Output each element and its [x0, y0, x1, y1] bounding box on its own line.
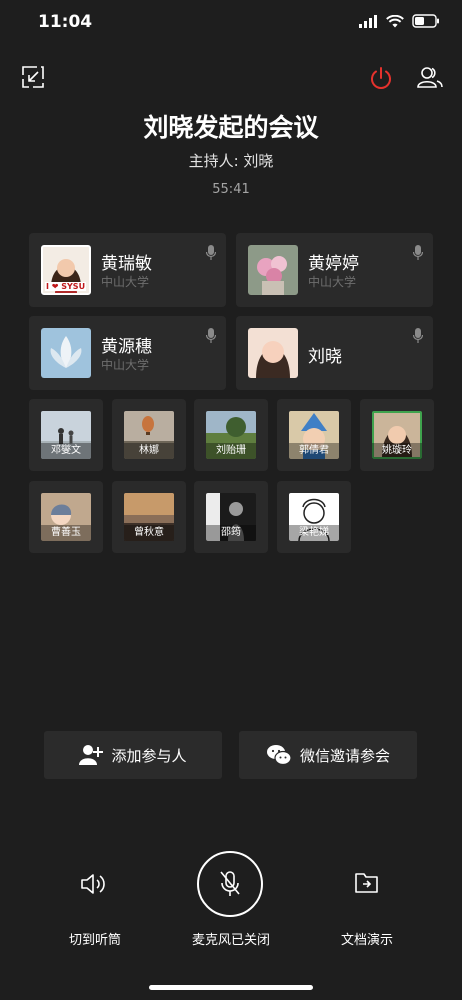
- participant-tile[interactable]: 郭倩君: [277, 399, 351, 471]
- wifi-icon: [386, 14, 404, 27]
- microphone-icon: [412, 328, 424, 348]
- participant-name: 林娜: [124, 443, 174, 459]
- status-icons: [359, 14, 440, 28]
- participant-name: 邓燮文: [41, 443, 91, 459]
- participant-name: 邵筠: [206, 525, 256, 541]
- mic-status-label: 麦克风已关闭: [191, 933, 270, 948]
- share-document-label[interactable]: 文档演示: [331, 929, 403, 948]
- avatar-badge: I ❤ SYSU: [45, 282, 87, 291]
- microphone-icon: [205, 328, 217, 348]
- signal-icon: [359, 14, 377, 28]
- participants-icon[interactable]: [416, 65, 444, 93]
- meeting-timer: 55:41: [212, 182, 250, 197]
- participant-name: 郭倩君: [289, 443, 339, 459]
- participant-name: 黄瑞敏: [101, 254, 152, 274]
- participant-card[interactable]: 黄源穗 中山大学: [29, 316, 226, 390]
- participant-card[interactable]: I ❤ SYSU 黄瑞敏 中山大学: [29, 233, 226, 307]
- participant-tile[interactable]: 邵筠: [194, 481, 268, 553]
- wechat-invite-label: 微信邀请参会: [299, 746, 390, 765]
- participant-name: 刘晓: [308, 347, 342, 367]
- participant-tile[interactable]: 刘贻珊: [194, 399, 268, 471]
- battery-icon: [412, 14, 439, 28]
- participant-tile[interactable]: 曹善玉: [29, 481, 103, 553]
- participant-name: 曹善玉: [41, 525, 91, 541]
- microphone-icon: [412, 245, 424, 265]
- speaker-icon[interactable]: [80, 872, 110, 900]
- home-indicator: [149, 985, 313, 990]
- minimize-icon[interactable]: [22, 66, 44, 92]
- add-participant-button[interactable]: 添加参与人: [44, 731, 222, 779]
- wechat-invite-button[interactable]: 微信邀请参会: [239, 731, 417, 779]
- avatar: [41, 328, 91, 378]
- participant-tile[interactable]: 梁艳娣: [277, 481, 351, 553]
- add-person-icon: [79, 745, 104, 765]
- share-document-icon[interactable]: [355, 872, 379, 898]
- status-time: 11:04: [38, 12, 93, 32]
- participant-org: 中山大学: [101, 275, 150, 289]
- participant-name: 刘贻珊: [206, 443, 256, 459]
- participant-tile[interactable]: 邓燮文: [29, 399, 103, 471]
- participant-tile[interactable]: 曾秋意: [112, 481, 186, 553]
- wechat-icon: [266, 745, 292, 766]
- mic-toggle-button[interactable]: [197, 851, 263, 917]
- participant-org: 中山大学: [308, 275, 357, 289]
- participant-name: 黄婷婷: [308, 254, 359, 274]
- participant-name: 曾秋意: [124, 525, 174, 541]
- host-label: 主持人: 刘晓: [188, 152, 274, 170]
- microphone-icon: [205, 245, 217, 265]
- avatar: [248, 328, 298, 378]
- participant-name: 黄源穗: [101, 337, 152, 357]
- mic-off-icon: [220, 871, 240, 896]
- participant-name: 梁艳娣: [289, 525, 339, 541]
- participant-tile[interactable]: 林娜: [112, 399, 186, 471]
- avatar: [248, 245, 298, 295]
- participant-card[interactable]: 刘晓: [236, 316, 433, 390]
- add-participant-label: 添加参与人: [111, 746, 187, 765]
- participant-card[interactable]: 黄婷婷 中山大学: [236, 233, 433, 307]
- end-meeting-icon[interactable]: [369, 66, 393, 94]
- participant-name: 姚璇玲: [372, 443, 422, 459]
- participant-org: 中山大学: [101, 358, 150, 372]
- participant-tile[interactable]: 姚璇玲: [360, 399, 434, 471]
- speaker-toggle-label[interactable]: 切到听筒: [55, 929, 135, 948]
- meeting-title: 刘晓发起的会议: [143, 113, 319, 142]
- avatar: I ❤ SYSU: [41, 245, 91, 295]
